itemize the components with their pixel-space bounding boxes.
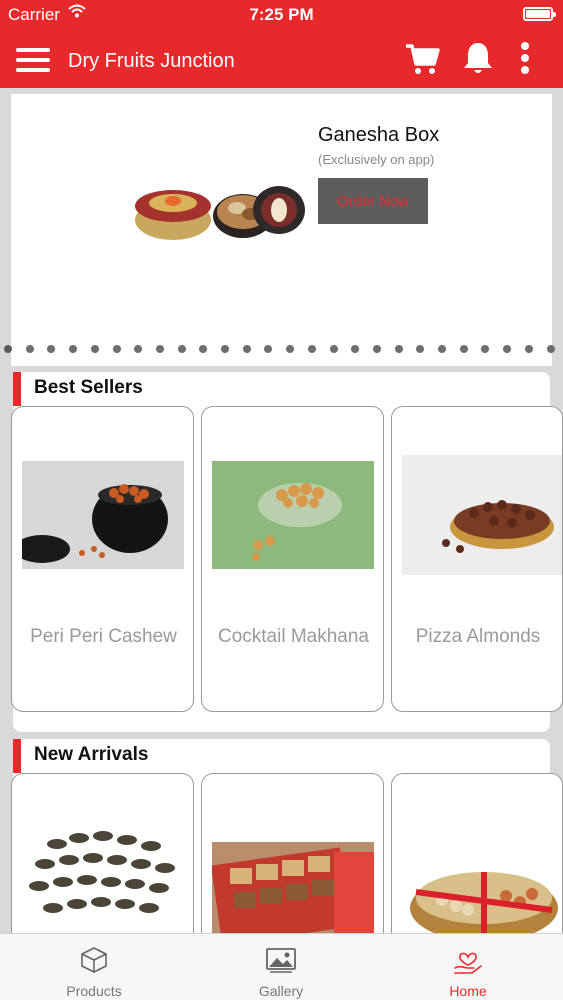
section-accent-bar	[13, 372, 21, 406]
order-now-button[interactable]: Order Now	[318, 178, 428, 224]
page-dot[interactable]	[242, 345, 251, 353]
menu-icon[interactable]	[16, 46, 50, 74]
status-time: 7:25 PM	[249, 5, 314, 24]
tab-gallery[interactable]: Gallery	[211, 934, 351, 1000]
promo-banner[interactable]: Ganesha Box (Exclusively on app) Order N…	[11, 94, 552, 366]
page-dot[interactable]	[47, 345, 56, 353]
product-card[interactable]: Cocktail Makhana	[201, 406, 384, 712]
app-header: Carrier 7:25 PM Dry Fruits Junction	[0, 0, 563, 88]
tab-products[interactable]: Products	[24, 934, 164, 1000]
page-dot[interactable]	[177, 345, 186, 353]
page-dot[interactable]	[286, 345, 295, 353]
product-image	[17, 814, 189, 934]
status-bar: Carrier 7:25 PM	[0, 0, 563, 30]
product-image	[402, 455, 562, 575]
gallery-icon	[266, 948, 296, 973]
page-dot[interactable]	[394, 345, 403, 353]
product-card[interactable]: Pizza Almonds	[391, 406, 563, 712]
page-dot[interactable]	[221, 345, 229, 353]
home-icon	[454, 952, 482, 974]
banner-title: Ganesha Box	[318, 124, 440, 146]
battery-icon	[523, 7, 556, 21]
ganesha-box-image	[135, 186, 305, 240]
tab-label: Home	[449, 983, 487, 999]
page-dot[interactable]	[155, 345, 164, 353]
page-dot[interactable]	[134, 345, 143, 353]
banner-subtitle: (Exclusively on app)	[318, 152, 435, 167]
page-dot[interactable]	[90, 345, 99, 353]
product-name: Peri Peri Cashew	[30, 626, 177, 647]
banner-page-indicator[interactable]	[4, 345, 563, 353]
tab-label: Gallery	[258, 983, 304, 999]
page-dot[interactable]	[372, 345, 381, 353]
cart-icon[interactable]	[404, 40, 440, 76]
page-dot[interactable]	[524, 345, 533, 353]
tab-label: Products	[66, 983, 122, 999]
bottom-tab-bar: Products Gallery Home	[0, 933, 563, 1000]
page-dot[interactable]	[503, 345, 512, 353]
page-dot[interactable]	[69, 345, 78, 353]
product-image	[402, 858, 562, 938]
section-header: New Arrivals	[13, 739, 550, 773]
more-vertical-icon[interactable]	[515, 40, 535, 76]
page-dot[interactable]	[4, 345, 12, 353]
page-dot[interactable]	[351, 345, 360, 353]
product-image	[212, 461, 374, 569]
page-dot[interactable]	[329, 345, 338, 353]
page-dot[interactable]	[416, 345, 425, 353]
page-dot[interactable]	[25, 345, 34, 353]
products-icon	[81, 947, 107, 973]
tab-home[interactable]: Home	[398, 934, 538, 1000]
product-name: Pizza Almonds	[415, 626, 541, 647]
section-header: Best Sellers	[13, 372, 550, 406]
product-image	[22, 461, 184, 569]
product-card[interactable]: Peri Peri Cashew	[11, 406, 194, 712]
section-title: New Arrivals	[34, 744, 149, 765]
app-title: Dry Fruits Junction	[68, 50, 235, 72]
page-dot[interactable]	[459, 345, 468, 353]
page-dot[interactable]	[438, 345, 446, 353]
page-dot[interactable]	[546, 345, 555, 353]
product-name: Cocktail Makhana	[217, 626, 370, 647]
page-dot[interactable]	[264, 345, 273, 353]
bell-icon[interactable]	[461, 40, 495, 76]
page-dot[interactable]	[307, 345, 316, 353]
page-dot[interactable]	[112, 345, 121, 353]
page-dot[interactable]	[199, 345, 208, 353]
section-accent-bar	[13, 739, 21, 773]
page-dot[interactable]	[481, 345, 490, 353]
section-title: Best Sellers	[34, 377, 143, 398]
